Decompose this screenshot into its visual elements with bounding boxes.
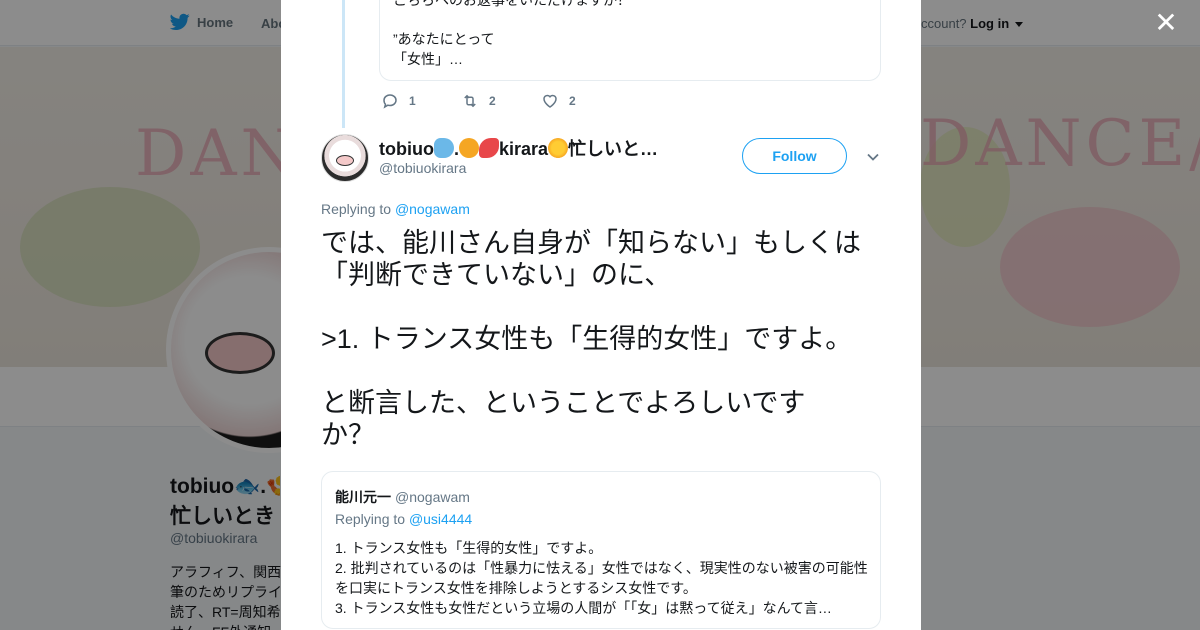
author-name-prefix: tobiuo xyxy=(379,139,434,159)
fish-emoji-icon xyxy=(433,138,454,158)
retweet-count: 2 xyxy=(489,94,496,108)
quoted-text-line: 2. 批判されているのは「性暴力に怯える」女性ではなく、現実性のない被害の可能性 xyxy=(335,560,868,576)
reply-count: 1 xyxy=(409,94,416,108)
quoted-text-line: 1. トランス女性も「生得的女性」ですよ。 xyxy=(335,540,603,556)
retweet-button[interactable]: 2 xyxy=(461,92,541,110)
previous-tweet-actions: 1 2 2 xyxy=(381,92,621,110)
chevron-down-icon[interactable] xyxy=(866,150,880,164)
author-name-suffix: 忙しいと… xyxy=(568,139,659,159)
author-handle[interactable]: @tobiuokirara xyxy=(379,160,466,176)
retweet-icon xyxy=(464,94,476,108)
follow-button[interactable]: Follow xyxy=(742,138,847,174)
heart-icon xyxy=(543,94,557,108)
reply-icon xyxy=(383,94,397,109)
previous-tweet-quote-card[interactable]: こちらへのお返事をいただけますか？ ”あなたにとって 「女性」… xyxy=(379,0,881,81)
previous-quote-line: ”あなたにとって xyxy=(393,31,495,47)
tweet-text-line: と断言した、ということでよろしいです xyxy=(321,388,806,418)
tweet-text-line xyxy=(321,291,901,323)
previous-quote-line: 「女性」… xyxy=(393,51,463,67)
tweet-permalink-modal: こちらへのお返事をいただけますか？ ”あなたにとって 「女性」… 1 2 2 t… xyxy=(281,0,921,630)
replying-to-prefix: Replying to xyxy=(321,201,392,217)
previous-quote-partial-line: こちらへのお返事をいただけますか？ xyxy=(393,0,631,8)
tweet-text-line: では、能川さん自身が「知らない」もしくは xyxy=(321,228,861,258)
reply-button[interactable]: 1 xyxy=(381,92,461,110)
star-emoji-icon xyxy=(548,138,569,158)
shrimp-emoji-icon xyxy=(479,138,499,158)
replying-to-handle-link[interactable]: @nogawam xyxy=(395,201,470,217)
quoted-tweet-text: 1. トランス女性も「生得的女性」ですよ。 2. 批判されているのは「性暴力に怯… xyxy=(335,538,875,618)
quoted-text-line: 3. トランス女性も女性だという立場の人間が「「女」は黙って従え」なんて言… xyxy=(335,600,832,616)
quoted-author: 能川元一 @nogawam xyxy=(335,487,470,507)
thread-connector-line xyxy=(342,0,345,128)
replying-to: Replying to @nogawam xyxy=(321,201,470,217)
close-icon[interactable]: ✕ xyxy=(1154,9,1178,37)
tweet-text-line: か？ xyxy=(321,420,375,450)
tweet-text-line xyxy=(321,355,901,387)
quoted-author-handle: @nogawam xyxy=(395,489,470,505)
shrimp-fry-emoji-icon xyxy=(459,138,479,158)
author-name-kirara: kirara xyxy=(499,139,549,159)
quoted-replying-to: Replying to @usi4444 xyxy=(335,511,472,527)
tweet-text-line: >1. トランス女性も「生得的女性」ですよ。 xyxy=(321,324,853,354)
quoted-replying-handle-link[interactable]: @usi4444 xyxy=(409,511,472,527)
quoted-replying-prefix: Replying to xyxy=(335,511,406,527)
author-name[interactable]: tobiuo. kirara 忙しいと… xyxy=(379,135,658,161)
quoted-author-name: 能川元一 xyxy=(335,489,391,505)
quoted-text-line: を口実にトランス女性を排除しようとするシス女性です。 xyxy=(335,580,697,596)
tweet-text: では、能川さん自身が「知らない」もしくは 「判断できていない」のに、 >1. ト… xyxy=(321,227,901,451)
like-button[interactable]: 2 xyxy=(541,92,621,110)
author-avatar[interactable] xyxy=(321,134,369,182)
tweet-text-line: 「判断できていない」のに、 xyxy=(321,260,672,290)
quoted-tweet-card[interactable]: 能川元一 @nogawam Replying to @usi4444 1. トラン… xyxy=(321,471,881,629)
like-count: 2 xyxy=(569,94,576,108)
